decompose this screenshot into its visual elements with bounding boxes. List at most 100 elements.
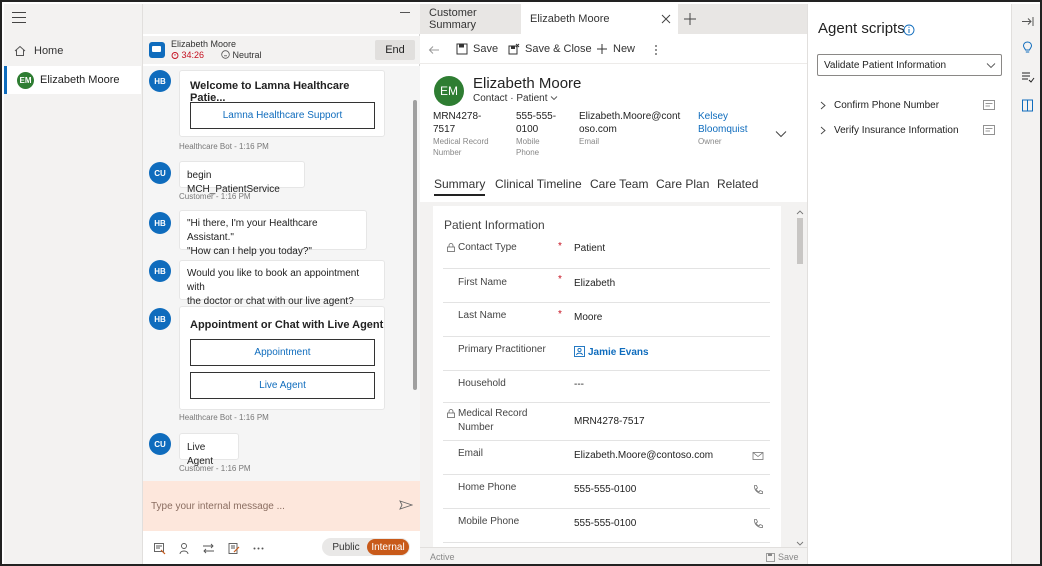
quick-replies-icon[interactable]	[153, 542, 166, 555]
agent-scripts-icon[interactable]	[1020, 70, 1035, 85]
field-label: Medical Record	[433, 137, 489, 146]
avatar: EM	[17, 71, 34, 89]
chevron-right-icon[interactable]	[820, 101, 826, 110]
phone-icon[interactable]	[752, 518, 764, 530]
tab-customer-summary[interactable]: Customer Summary	[420, 4, 520, 34]
collapse-pane-icon[interactable]	[1020, 14, 1035, 29]
status-save-label: Save	[778, 552, 799, 562]
message-bubble: Would you like to book an appointment wi…	[179, 260, 385, 307]
required-indicator: *	[558, 309, 562, 320]
back-arrow-icon[interactable]	[428, 44, 440, 56]
save-label: Save	[473, 43, 499, 55]
owner-link[interactable]: Kelsey	[698, 110, 747, 123]
tab-clinical-timeline[interactable]: Clinical Timeline	[495, 177, 582, 191]
lamna-support-button[interactable]: Lamna Healthcare Support	[190, 102, 375, 129]
compose-box[interactable]: Type your internal message ...	[143, 481, 420, 531]
script-step-verify-insurance[interactable]: Verify Insurance Information	[820, 123, 1000, 139]
contact-avatar: EM	[434, 76, 464, 106]
smart-assist-lightbulb-icon[interactable]	[1020, 40, 1035, 55]
public-internal-toggle[interactable]: Public Internal	[322, 538, 410, 556]
message-scrollbar[interactable]	[413, 100, 417, 390]
tab-elizabeth-moore[interactable]: Elizabeth Moore	[521, 4, 678, 34]
productivity-rail	[1011, 4, 1040, 564]
sentiment-indicator: Neutral	[221, 50, 262, 60]
knowledge-search-book-icon[interactable]	[1020, 98, 1035, 113]
chevron-down-icon[interactable]	[550, 95, 558, 101]
chat-channel-icon	[149, 42, 165, 58]
field-primary-practitioner[interactable]: Primary Practitioner Jamie Evans	[443, 337, 770, 371]
owner-link[interactable]: Bloomquist	[698, 123, 747, 136]
field-email[interactable]: Email Elizabeth.Moore@contoso.com	[443, 441, 770, 475]
header-field-owner[interactable]: Kelsey Bloomquist Owner	[698, 110, 747, 147]
field-value[interactable]: ---	[574, 379, 584, 390]
field-medical-record-number[interactable]: Medical Record Number MRN4278-7517	[443, 403, 770, 441]
practitioner-link[interactable]: Jamie Evans	[574, 346, 649, 358]
text-step-icon[interactable]	[983, 100, 995, 110]
session-name: Elizabeth Moore	[40, 74, 120, 86]
app-frame: Home EM Elizabeth Moore Elizabeth Moore …	[0, 0, 1042, 566]
field-value[interactable]: Elizabeth.Moore@contoso.com	[574, 450, 713, 461]
save-close-button[interactable]: Save & Close	[508, 43, 592, 55]
field-value[interactable]: Moore	[574, 312, 602, 323]
consult-icon[interactable]	[178, 542, 191, 555]
field-value[interactable]: 555-555-0100	[574, 484, 636, 495]
field-contact-type[interactable]: Contact Type * Patient	[443, 238, 770, 269]
customer-avatar: CU	[149, 162, 171, 184]
text-step-icon[interactable]	[983, 125, 995, 135]
appointment-button[interactable]: Appointment	[190, 339, 375, 366]
info-icon[interactable]	[903, 24, 915, 36]
field-home-phone[interactable]: Home Phone 555-555-0100	[443, 475, 770, 509]
minimize-icon[interactable]	[400, 12, 410, 13]
header-field-mobile: 555-555- 0100 Mobile Phone	[516, 110, 556, 158]
internal-option[interactable]: Internal	[367, 539, 409, 555]
compose-input[interactable]: Type your internal message ...	[151, 501, 285, 512]
form-scrollbar-thumb[interactable]	[797, 218, 803, 264]
end-conversation-button[interactable]: End	[375, 40, 415, 60]
script-step-confirm-phone[interactable]: Confirm Phone Number	[820, 98, 1000, 114]
field-first-name[interactable]: First Name * Elizabeth	[443, 269, 770, 303]
session-item-elizabeth-moore[interactable]: EM Elizabeth Moore	[4, 66, 141, 94]
bot-avatar: HB	[149, 212, 171, 234]
add-tab-icon[interactable]	[683, 12, 697, 26]
status-save-button[interactable]: Save	[766, 552, 799, 562]
lock-icon	[447, 409, 455, 418]
field-label: Primary Practitioner	[458, 344, 546, 355]
close-tab-icon[interactable]	[660, 13, 672, 25]
field-mobile-phone[interactable]: Mobile Phone 555-555-0100	[443, 509, 770, 543]
field-label-line: Number	[458, 422, 494, 433]
lock-icon	[447, 243, 455, 252]
knowledge-icon[interactable]	[227, 542, 240, 555]
field-household[interactable]: Household ---	[443, 371, 770, 403]
save-button[interactable]: Save	[456, 43, 498, 55]
practitioner-name: Jamie Evans	[588, 347, 649, 358]
home-nav-item[interactable]: Home	[4, 40, 143, 62]
field-last-name[interactable]: Last Name * Moore	[443, 303, 770, 337]
contact-card-icon	[574, 346, 585, 357]
transfer-icon[interactable]	[202, 542, 215, 555]
script-selector[interactable]: Validate Patient Information	[817, 54, 1002, 76]
more-icon[interactable]	[252, 542, 265, 555]
send-icon[interactable]	[399, 500, 413, 510]
email-icon[interactable]	[752, 450, 764, 462]
public-option[interactable]: Public	[326, 538, 366, 556]
field-value[interactable]: Elizabeth	[574, 278, 615, 289]
form-selector[interactable]: Patient	[516, 93, 547, 104]
field-value[interactable]: 555-555-0100	[574, 518, 636, 529]
tab-care-plan[interactable]: Care Plan	[656, 177, 709, 191]
new-button[interactable]: New	[596, 43, 635, 55]
tab-care-team[interactable]: Care Team	[590, 177, 648, 191]
expand-header-chevron-icon[interactable]	[775, 130, 787, 138]
tab-summary[interactable]: Summary	[434, 177, 486, 196]
live-agent-button[interactable]: Live Agent	[190, 372, 375, 399]
more-commands-icon[interactable]	[650, 44, 662, 56]
agent-scripts-pane: Agent scripts Validate Patient Informati…	[807, 4, 1011, 564]
tab-related[interactable]: Related	[717, 177, 758, 191]
hamburger-menu-icon[interactable]	[12, 12, 26, 24]
field-value[interactable]: MRN4278-7517	[574, 416, 645, 427]
phone-icon[interactable]	[752, 484, 764, 496]
field-value[interactable]: Patient	[574, 243, 605, 254]
message-list[interactable]: HB Welcome to Lamna Healthcare Patie... …	[143, 66, 420, 481]
chevron-right-icon[interactable]	[820, 126, 826, 135]
record-header: EM Elizabeth Moore Contact · Patient MRN…	[420, 66, 807, 164]
save-close-label: Save & Close	[525, 43, 592, 55]
